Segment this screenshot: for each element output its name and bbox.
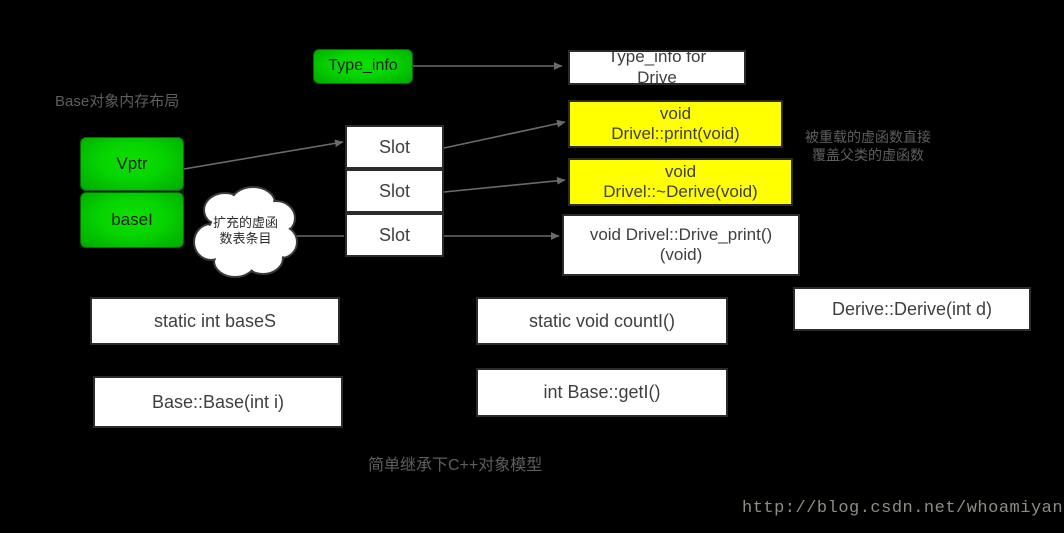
cloud-callout-text: 扩充的虚函 数表条目	[212, 214, 278, 246]
vtable-slot-3[interactable]: Slot	[345, 213, 444, 257]
vtable-slot-2-label: Slot	[378, 180, 411, 201]
vfunc-box-drive-print[interactable]: void Drivel::Drive_print() (void)	[562, 214, 800, 276]
object-slot-basei[interactable]: baseI	[80, 192, 184, 248]
cloud-callout: 扩充的虚函 数表条目	[193, 184, 298, 278]
type-info-target-box[interactable]: Type_info for Drive	[568, 50, 746, 85]
vfunc-box-print-label: void Drivel::print(void)	[611, 104, 740, 143]
type-info-target-label: Type_info for Drive	[607, 50, 707, 85]
member-box-int-base-geti-label: int Base::getI()	[543, 382, 661, 403]
diagram-canvas: Base对象内存布局 Type_info Type_info for Drive…	[0, 0, 1064, 533]
type-info-source-label: Type_info	[328, 57, 398, 75]
edge-slot1-to-vfunc1	[443, 119, 566, 149]
vtable-slot-3-label: Slot	[378, 224, 411, 245]
object-slot-basei-label: baseI	[111, 210, 153, 230]
member-box-static-void-counti-label: static void countI()	[528, 310, 676, 331]
type-info-source-box[interactable]: Type_info	[313, 49, 413, 84]
edge-slot2-to-vfunc2	[443, 176, 566, 193]
member-box-static-int-bases-label: static int baseS	[153, 310, 277, 331]
member-box-static-void-counti[interactable]: static void countI()	[476, 297, 728, 345]
base-layout-label: Base对象内存布局	[55, 93, 180, 110]
diagram-caption: 简单继承下C++对象模型	[368, 457, 543, 474]
watermark-url: http://blog.csdn.net/whoamiyang	[742, 499, 1064, 518]
member-box-derive-ctor-label: Derive::Derive(int d)	[831, 298, 993, 319]
member-box-static-int-bases[interactable]: static int baseS	[90, 297, 340, 345]
member-box-base-ctor-label: Base::Base(int i)	[151, 391, 285, 412]
member-box-int-base-geti[interactable]: int Base::getI()	[476, 368, 728, 417]
vfunc-box-dtor[interactable]: void Drivel::~Derive(void)	[568, 158, 793, 206]
vfunc-box-dtor-label: void Drivel::~Derive(void)	[603, 162, 758, 201]
object-slot-vptr-label: Vptr	[116, 154, 148, 174]
member-box-base-ctor[interactable]: Base::Base(int i)	[93, 376, 343, 428]
object-slot-vptr[interactable]: Vptr	[80, 137, 184, 191]
edge-vptr-to-slot1	[183, 139, 344, 170]
vfunc-box-print[interactable]: void Drivel::print(void)	[568, 100, 783, 148]
connector-layer	[183, 62, 566, 240]
vtable-slot-1[interactable]: Slot	[345, 125, 444, 169]
member-box-derive-ctor[interactable]: Derive::Derive(int d)	[793, 287, 1031, 331]
vfunc-box-drive-print-label: void Drivel::Drive_print() (void)	[589, 225, 773, 264]
vtable-slot-1-label: Slot	[378, 136, 411, 157]
vtable-slot-2[interactable]: Slot	[345, 169, 444, 213]
overload-note-label: 被重载的虚函数直接 覆盖父类的虚函数	[805, 129, 931, 164]
